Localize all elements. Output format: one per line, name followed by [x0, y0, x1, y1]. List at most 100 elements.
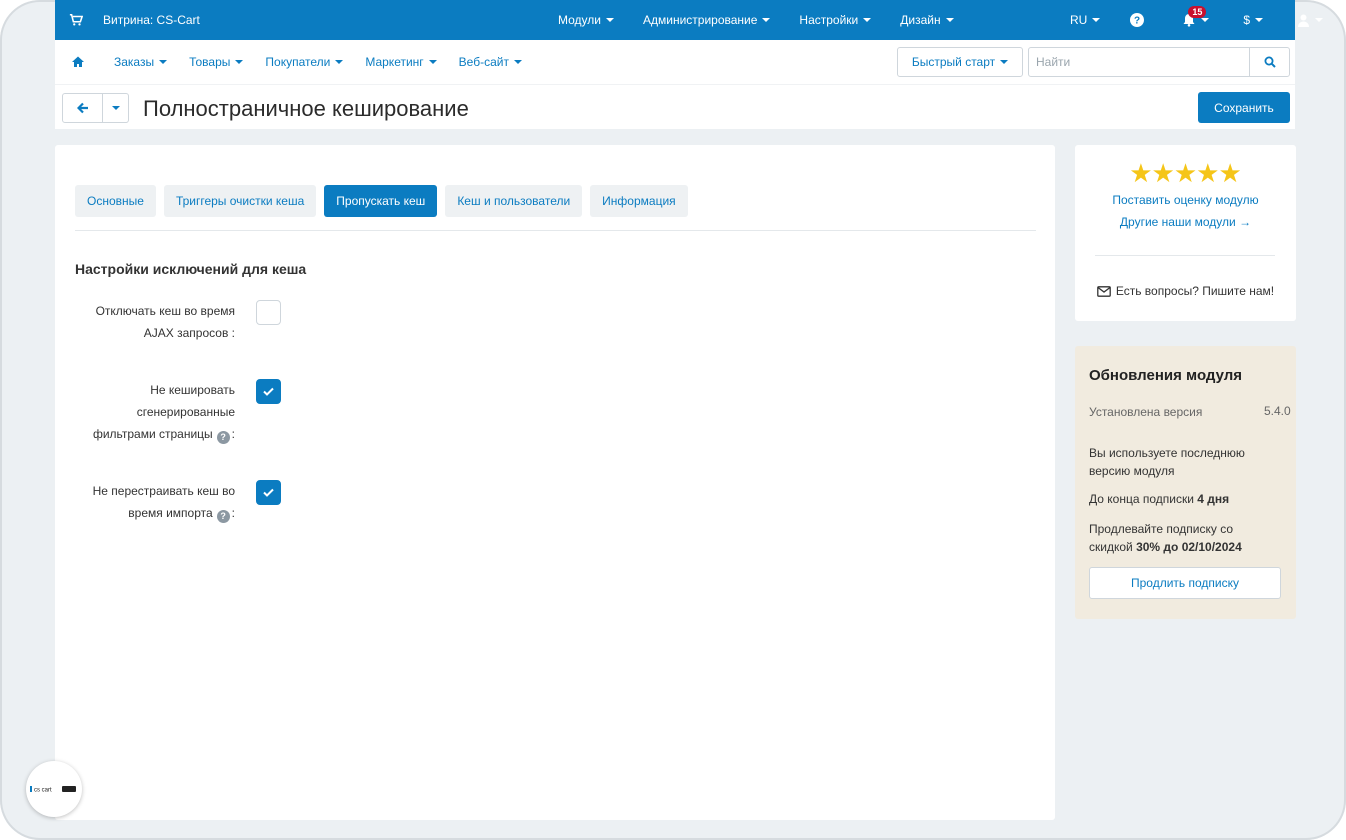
menu-settings[interactable]: Настройки [799, 13, 872, 27]
tabs: Основные Триггеры очистки кеша Пропускат… [75, 185, 696, 217]
back-dropdown-button[interactable] [103, 94, 128, 122]
help-icon[interactable]: ? [216, 430, 230, 444]
language-selector[interactable]: RU [1070, 13, 1101, 27]
caret-down-icon [1092, 18, 1101, 22]
menu-label: Дизайн [900, 13, 941, 27]
search-button[interactable] [1249, 48, 1289, 76]
back-button[interactable] [63, 94, 103, 122]
discount-value: 30% до 02/10/2024 [1136, 540, 1242, 554]
title-bar: Полностраничное кеширование Сохранить [55, 84, 1295, 129]
notifications-button[interactable]: 15 [1182, 6, 1210, 27]
tab-cache-clear-triggers[interactable]: Триггеры очистки кеша [163, 185, 317, 217]
discount-note: Продлевайте подписку со скидкой 30% до 0… [1089, 520, 1279, 556]
arrow-left-icon [76, 102, 88, 114]
section-title: Настройки исключений для кеша [75, 261, 307, 277]
tab-cache-and-users[interactable]: Кеш и пользователи [445, 185, 583, 217]
disable-cache-ajax-checkbox[interactable] [256, 300, 281, 325]
currency-selector[interactable]: $ [1243, 13, 1264, 27]
storefront-selector[interactable]: Витрина: CS-Cart [69, 13, 200, 27]
no-cache-filter-pages-checkbox[interactable] [256, 379, 281, 404]
nav-label: Заказы [114, 55, 155, 69]
help-icon[interactable]: ? [216, 509, 230, 523]
nav-marketing[interactable]: Маркетинг [365, 55, 437, 69]
renew-subscription-button[interactable]: Продлить подписку [1089, 567, 1281, 599]
nav-label: Покупатели [265, 55, 331, 69]
subscription-days: 4 дня [1197, 492, 1230, 506]
other-modules-link[interactable]: Другие наши модули → [1075, 215, 1296, 229]
rating-stars[interactable]: ★ ★ ★ ★ ★ [1075, 159, 1296, 187]
notifications-badge: 15 [1188, 6, 1207, 18]
caret-down-icon [428, 60, 437, 64]
contact-label: Есть вопросы? Пишите нам! [1115, 284, 1275, 298]
nav-orders[interactable]: Заказы [114, 55, 168, 69]
user-icon [1298, 14, 1310, 27]
language-label: RU [1070, 13, 1088, 27]
subscription-prefix: До конца подписки [1089, 492, 1194, 506]
tab-general[interactable]: Основные [75, 185, 156, 217]
home-icon[interactable] [71, 55, 85, 69]
caret-down-icon [1255, 18, 1264, 22]
question-circle-icon: ? [1130, 13, 1145, 27]
svg-text:?: ? [1134, 16, 1140, 27]
rating-panel: ★ ★ ★ ★ ★ Поставить оценку модулю Другие… [1075, 145, 1296, 321]
search-box [1028, 47, 1290, 77]
search-input[interactable] [1029, 48, 1249, 76]
menu-administration[interactable]: Администрирование [642, 13, 771, 27]
nav-label: Товары [189, 55, 231, 69]
help-button[interactable]: ? [1130, 13, 1145, 27]
caret-down-icon [235, 60, 244, 64]
caret-down-icon [945, 18, 954, 22]
save-button[interactable]: Сохранить [1198, 92, 1290, 123]
cart-icon [69, 13, 83, 26]
nav-products[interactable]: Товары [189, 55, 244, 69]
nav-label: Маркетинг [365, 55, 424, 69]
envelope-icon [1097, 285, 1111, 297]
no-rebuild-on-import-checkbox[interactable] [256, 480, 281, 505]
quick-start-label: Быстрый старт [911, 55, 996, 69]
star-icon: ★ [1129, 158, 1153, 188]
star-icon: ★ [1196, 158, 1220, 188]
tab-skip-cache[interactable]: Пропускать кеш [324, 185, 438, 217]
main-nav: Заказы Товары Покупатели Маркетинг Веб-с… [55, 40, 1295, 84]
cs-cart-logo-button[interactable]: cs cart [26, 761, 82, 817]
updates-title: Обновления модуля [1089, 367, 1243, 384]
installed-version-value: 5.4.0 [1264, 404, 1291, 418]
caret-down-icon [513, 60, 522, 64]
contact-link[interactable]: Есть вопросы? Пишите нам! [1075, 284, 1296, 298]
caret-down-icon [863, 18, 872, 22]
app-window: Витрина: CS-Cart Модули Администрировани… [0, 0, 1346, 840]
caret-down-icon [605, 18, 614, 22]
menu-design[interactable]: Дизайн [900, 13, 954, 27]
checkmark-icon [263, 488, 274, 497]
field-label-text: Не кешировать сгенерированные фильтрами … [92, 383, 235, 441]
caret-down-icon [159, 60, 168, 64]
back-button-group [62, 93, 129, 123]
nav-website[interactable]: Веб-сайт [459, 55, 522, 69]
field-label: Отключать кеш во время AJAX запросов : [95, 304, 235, 340]
field-label-suffix: : [231, 427, 235, 441]
caret-down-icon [335, 60, 344, 64]
menu-label: Настройки [799, 13, 859, 27]
cs-cart-logo: cs cart [30, 786, 76, 794]
main-panel: Основные Триггеры очистки кеша Пропускат… [55, 145, 1055, 820]
rate-module-link[interactable]: Поставить оценку модулю [1075, 193, 1296, 207]
menu-label: Администрирование [642, 13, 758, 27]
nav-label: Веб-сайт [458, 55, 509, 69]
menu-modules[interactable]: Модули [558, 13, 614, 27]
search-icon [1264, 56, 1276, 68]
top-icons: RU ? 15 $ [1070, 0, 1324, 40]
field-label: Не кешировать сгенерированные фильтрами … [75, 379, 235, 445]
star-icon: ★ [1173, 158, 1198, 188]
module-updates-panel: Обновления модуля Установлена версия 5.4… [1075, 346, 1296, 619]
quick-start-button[interactable]: Быстрый старт [897, 47, 1023, 77]
star-icon: ★ [1218, 158, 1242, 188]
user-menu[interactable] [1297, 14, 1324, 27]
top-menu: Модули Администрирование Настройки Дизай… [558, 0, 983, 40]
checkmark-icon [263, 387, 274, 396]
field-label-text: Не перестраивать кеш во время импорта [92, 484, 235, 520]
caret-down-icon [1000, 60, 1009, 64]
tab-information[interactable]: Информация [590, 185, 688, 217]
caret-down-icon [1315, 18, 1324, 22]
nav-customers[interactable]: Покупатели [265, 55, 344, 69]
latest-version-note: Вы используете последнюю версию модуля [1089, 446, 1245, 478]
